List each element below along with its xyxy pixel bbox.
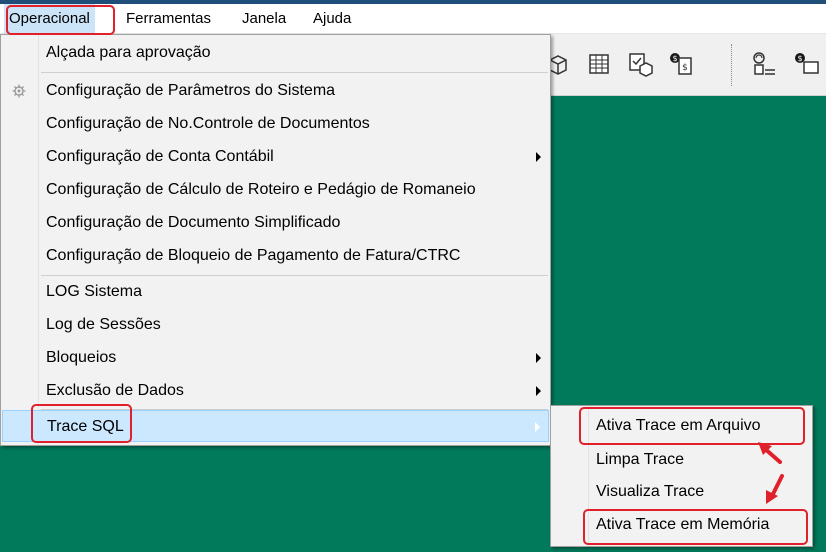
menu-item-calculo-roteiro[interactable]: Configuração de Cálculo de Roteiro e Ped…	[2, 174, 549, 206]
menu-item-label: Exclusão de Dados	[46, 382, 184, 399]
menu-item-label: Configuração de Cálculo de Roteiro e Ped…	[46, 181, 476, 198]
annotation-arrow-up-icon	[758, 442, 782, 464]
menu-item-log-sessoes[interactable]: Log de Sessões	[2, 309, 549, 341]
toolbar-separator	[731, 44, 732, 86]
menu-item-label: Configuração de Parâmetros do Sistema	[46, 82, 336, 99]
menu-item-bloqueio-pagamento[interactable]: Configuração de Bloqueio de Pagamento de…	[2, 240, 549, 272]
money-document-icon[interactable]: $ $	[667, 50, 695, 78]
menu-item-label: Configuração de No.Controle de Documento…	[46, 115, 370, 132]
submenu-arrow-icon	[536, 386, 541, 396]
svg-text:$: $	[797, 54, 802, 63]
menu-janela[interactable]: Janela	[237, 4, 291, 34]
menu-item-label: Log de Sessões	[46, 316, 161, 333]
menu-item-label: LOG Sistema	[46, 283, 143, 300]
menu-item-bloqueios[interactable]: Bloqueios	[2, 342, 549, 374]
menu-item-label: Bloqueios	[46, 349, 117, 366]
annotation-arrow-down-icon	[766, 474, 784, 504]
menu-item-alcada-aprovacao[interactable]: Alçada para aprovação	[2, 37, 549, 69]
submenu-arrow-icon	[535, 422, 540, 432]
gear-icon	[12, 84, 26, 98]
svg-text:$: $	[682, 63, 688, 73]
highlight-trace-sql	[31, 404, 132, 443]
menu-item-label: Configuração de Bloqueio de Pagamento de…	[46, 247, 461, 264]
menu-item-label: Configuração de Documento Simplificado	[46, 214, 341, 231]
svg-text:$: $	[672, 54, 677, 63]
menu-ajuda[interactable]: Ajuda	[308, 4, 356, 34]
menu-bar: Operacional Ferramentas Janela Ajuda	[0, 4, 826, 34]
menu-ferramentas[interactable]: Ferramentas	[121, 4, 216, 34]
spreadsheet-icon[interactable]	[585, 50, 613, 78]
menu-item-exclusao-dados[interactable]: Exclusão de Dados	[2, 375, 549, 407]
package-check-icon[interactable]	[626, 50, 654, 78]
menu-item-controle-documentos[interactable]: Configuração de No.Controle de Documento…	[2, 108, 549, 140]
submenu-item-label: Limpa Trace	[596, 451, 685, 468]
menu-item-documento-simplificado[interactable]: Configuração de Documento Simplificado	[2, 207, 549, 239]
menu-separator	[41, 72, 548, 73]
transfer-icon[interactable]	[750, 50, 778, 78]
menu-item-conta-contabil[interactable]: Configuração de Conta Contábil	[2, 141, 549, 173]
submenu-item-label: Visualiza Trace	[596, 483, 705, 500]
money-truck-icon[interactable]: $	[792, 50, 820, 78]
highlight-operacional	[6, 5, 115, 35]
menu-item-parametros-sistema[interactable]: Configuração de Parâmetros do Sistema	[2, 75, 549, 107]
submenu-arrow-icon	[536, 353, 541, 363]
operacional-dropdown: Alçada para aprovação Configuração de Pa…	[0, 34, 551, 446]
menu-item-label: Alçada para aprovação	[46, 44, 211, 61]
menu-item-label: Configuração de Conta Contábil	[46, 148, 274, 165]
submenu-arrow-icon	[536, 152, 541, 162]
menu-item-log-sistema[interactable]: LOG Sistema	[2, 276, 549, 308]
highlight-ativa-trace-memoria	[583, 509, 808, 545]
